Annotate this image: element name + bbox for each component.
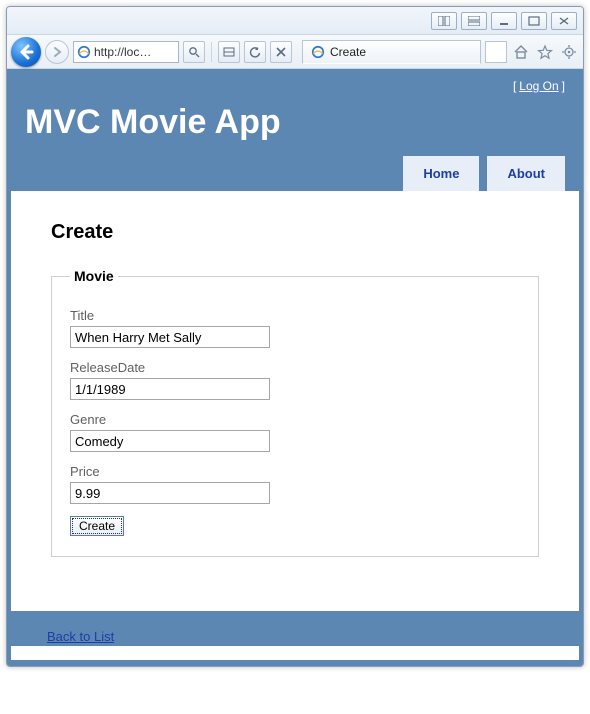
nav-tabs: Home About bbox=[7, 156, 583, 191]
page-heading: Create bbox=[51, 221, 539, 244]
label-releasedate: ReleaseDate bbox=[70, 360, 520, 375]
forward-button[interactable] bbox=[45, 40, 69, 64]
stop-button[interactable] bbox=[270, 41, 292, 63]
account-strip: [ Log On ] bbox=[7, 69, 583, 97]
new-tab-button[interactable] bbox=[485, 41, 507, 63]
back-to-list-link[interactable]: Back to List bbox=[47, 629, 114, 644]
app-title: MVC Movie App bbox=[7, 97, 583, 156]
label-title: Title bbox=[70, 308, 520, 323]
input-price[interactable] bbox=[70, 482, 270, 504]
compat-view-button[interactable] bbox=[218, 41, 240, 63]
browser-tab[interactable]: Create bbox=[302, 40, 481, 64]
close-button[interactable] bbox=[551, 12, 577, 30]
ie-icon bbox=[311, 45, 325, 59]
window-frame: http://loc… Create [ bbox=[6, 6, 584, 667]
split-top-bottom-button[interactable] bbox=[461, 12, 487, 30]
window-titlebar bbox=[7, 7, 583, 35]
home-icon[interactable] bbox=[511, 42, 531, 62]
label-price: Price bbox=[70, 464, 520, 479]
split-left-right-button[interactable] bbox=[431, 12, 457, 30]
input-releasedate[interactable] bbox=[70, 378, 270, 400]
maximize-button[interactable] bbox=[521, 12, 547, 30]
input-genre[interactable] bbox=[70, 430, 270, 452]
url-text: http://loc… bbox=[94, 45, 151, 59]
favorites-icon[interactable] bbox=[535, 42, 555, 62]
page-body: [ Log On ] MVC Movie App Home About Crea… bbox=[7, 69, 583, 666]
back-button[interactable] bbox=[11, 37, 41, 67]
label-genre: Genre bbox=[70, 412, 520, 427]
movie-fieldset: Movie Title ReleaseDate Genre Price bbox=[51, 268, 539, 557]
separator bbox=[211, 42, 212, 62]
search-dropdown-button[interactable] bbox=[183, 41, 205, 63]
nav-tab-home[interactable]: Home bbox=[403, 156, 479, 191]
browser-navbar: http://loc… Create bbox=[7, 35, 583, 69]
content-card: Create Movie Title ReleaseDate Genre Pri… bbox=[11, 191, 579, 611]
input-title[interactable] bbox=[70, 326, 270, 348]
fieldset-legend: Movie bbox=[70, 268, 118, 284]
submit-button[interactable]: Create bbox=[70, 516, 124, 536]
refresh-button[interactable] bbox=[244, 41, 266, 63]
nav-tab-about[interactable]: About bbox=[487, 156, 565, 191]
tab-title: Create bbox=[330, 45, 366, 59]
minimize-button[interactable] bbox=[491, 12, 517, 30]
tools-icon[interactable] bbox=[559, 42, 579, 62]
address-bar[interactable]: http://loc… bbox=[73, 41, 179, 63]
logon-link[interactable]: Log On bbox=[519, 79, 558, 93]
ie-icon bbox=[77, 45, 91, 59]
footer-space bbox=[11, 646, 579, 660]
